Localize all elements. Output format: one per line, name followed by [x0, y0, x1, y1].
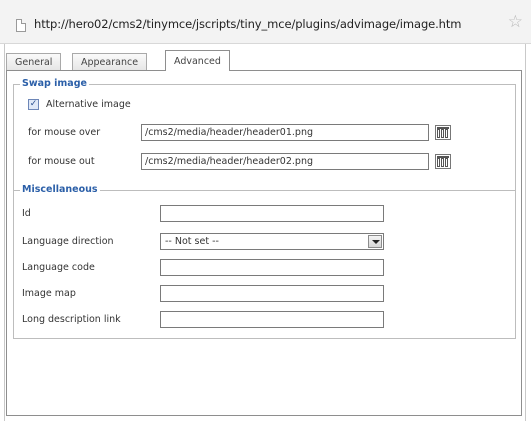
tab-general-label: General — [15, 57, 53, 68]
mouse-out-browse-button[interactable] — [435, 154, 451, 169]
language-code-label: Language code — [22, 262, 95, 273]
mouse-over-input[interactable]: /cms2/media/header/header01.png — [141, 124, 429, 141]
star-icon[interactable]: ☆ — [508, 14, 523, 31]
miscellaneous-fieldset: Miscellaneous Id Language direction -- N… — [13, 184, 516, 339]
language-direction-value: -- Not set -- — [165, 236, 219, 247]
tab-advanced-label: Advanced — [174, 56, 221, 67]
chevron-down-icon[interactable] — [368, 235, 382, 248]
advanced-panel: Swap image ✓ Alternative image for mouse… — [6, 70, 522, 416]
image-map-input[interactable] — [160, 285, 384, 302]
mouse-over-label: for mouse over — [28, 127, 101, 138]
miscellaneous-legend: Miscellaneous — [20, 184, 100, 195]
tab-appearance[interactable]: Appearance — [72, 53, 148, 70]
mouse-out-input[interactable]: /cms2/media/header/header02.png — [141, 153, 429, 170]
language-code-input[interactable] — [160, 259, 384, 276]
mouse-over-browse-button[interactable] — [435, 125, 451, 140]
id-label: Id — [22, 208, 31, 219]
url-text[interactable]: http://hero02/cms2/tinymce/jscripts/tiny… — [34, 17, 461, 31]
tab-appearance-label: Appearance — [81, 57, 139, 68]
swap-image-fieldset: Swap image ✓ Alternative image for mouse… — [13, 78, 516, 191]
tab-general[interactable]: General — [6, 53, 62, 70]
language-direction-select[interactable]: -- Not set -- — [160, 233, 384, 250]
language-direction-label: Language direction — [22, 236, 114, 247]
address-bar[interactable]: http://hero02/cms2/tinymce/jscripts/tiny… — [0, 0, 531, 44]
id-input[interactable] — [160, 205, 384, 222]
long-description-input[interactable] — [160, 311, 384, 328]
alternative-image-label: Alternative image — [46, 99, 131, 110]
alternative-image-checkbox[interactable]: ✓ — [28, 99, 39, 110]
mouse-out-label: for mouse out — [28, 156, 95, 167]
swap-image-legend: Swap image — [20, 78, 89, 89]
page-icon — [16, 19, 26, 32]
long-description-label: Long description link — [22, 314, 121, 325]
tab-advanced[interactable]: Advanced — [165, 50, 230, 71]
image-map-label: Image map — [22, 288, 76, 299]
